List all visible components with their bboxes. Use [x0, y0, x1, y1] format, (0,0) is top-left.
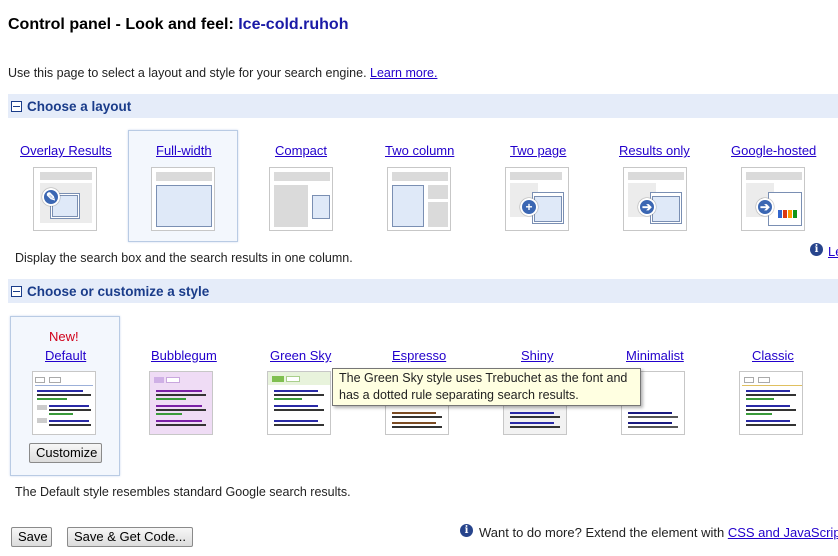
- style-section-title: Choose or customize a style: [27, 283, 210, 299]
- layout-thumb-two-page[interactable]: +: [505, 167, 569, 231]
- layout-section-title: Choose a layout: [27, 98, 132, 114]
- style-description: The Default style resembles standard Goo…: [15, 485, 351, 499]
- style-label[interactable]: Bubblegum: [151, 348, 217, 363]
- page-title-prefix: Control panel - Look and feel:: [8, 16, 239, 33]
- arrow-right-icon: ➔: [638, 198, 656, 216]
- css-js-link[interactable]: CSS and JavaScript: [728, 525, 838, 540]
- style-option-bubblegum[interactable]: Bubblegum: [151, 348, 217, 363]
- layout-option-results-only[interactable]: Results only: [619, 143, 690, 158]
- green-sky-tooltip: The Green Sky style uses Trebuchet as th…: [332, 368, 641, 406]
- style-thumb-default[interactable]: [32, 371, 96, 435]
- learn-more-link[interactable]: Learn more.: [370, 66, 437, 80]
- layout-thumb-two-column[interactable]: [387, 167, 451, 231]
- customize-button[interactable]: Customize: [29, 443, 102, 463]
- style-option-espresso[interactable]: Espresso: [392, 348, 446, 363]
- layout-thumb-google-hosted[interactable]: ➔: [741, 167, 805, 231]
- layout-thumb-overlay[interactable]: ✎: [33, 167, 97, 231]
- layout-learn-link[interactable]: Le: [828, 244, 838, 259]
- style-label[interactable]: Shiny: [521, 348, 554, 363]
- layout-option-full-width[interactable]: Full-width: [156, 143, 212, 158]
- style-thumb-classic[interactable]: [739, 371, 803, 435]
- style-label[interactable]: Classic: [752, 348, 794, 363]
- layout-description: Display the search box and the search re…: [15, 251, 353, 265]
- style-label[interactable]: Minimalist: [626, 348, 684, 363]
- layout-label[interactable]: Two page: [510, 143, 566, 158]
- style-thumb-green-sky[interactable]: [267, 371, 331, 435]
- info-icon: i: [810, 243, 823, 256]
- info-icon: i: [460, 524, 473, 537]
- layout-option-compact[interactable]: Compact: [275, 143, 327, 158]
- layout-option-overlay[interactable]: Overlay Results: [20, 143, 112, 158]
- style-section-header[interactable]: Choose or customize a style: [8, 279, 838, 303]
- style-thumb-bubblegum[interactable]: [149, 371, 213, 435]
- save-get-code-button[interactable]: Save & Get Code...: [67, 527, 193, 547]
- save-button[interactable]: Save: [11, 527, 52, 547]
- collapse-icon[interactable]: [11, 100, 22, 112]
- intro-body: Use this page to select a layout and sty…: [8, 66, 371, 80]
- style-label[interactable]: Green Sky: [270, 348, 331, 363]
- style-option-classic[interactable]: Classic: [752, 348, 794, 363]
- layout-label[interactable]: Overlay Results: [20, 143, 112, 158]
- layout-thumb-compact[interactable]: [269, 167, 333, 231]
- style-option-shiny[interactable]: Shiny: [521, 348, 554, 363]
- arrow-right-icon: ➔: [756, 198, 774, 216]
- layout-label[interactable]: Compact: [275, 143, 327, 158]
- layout-thumb-full-width[interactable]: [151, 167, 215, 231]
- layout-option-two-column[interactable]: Two column: [385, 143, 454, 158]
- style-option-minimalist[interactable]: Minimalist: [626, 348, 684, 363]
- layout-option-two-page[interactable]: Two page: [510, 143, 566, 158]
- layout-label[interactable]: Results only: [619, 143, 690, 158]
- layout-thumb-results-only[interactable]: ➔: [623, 167, 687, 231]
- page-title: Control panel - Look and feel: Ice-cold.…: [8, 16, 348, 34]
- layout-label[interactable]: Two column: [385, 143, 454, 158]
- style-option-green-sky[interactable]: Green Sky: [270, 348, 331, 363]
- style-option-default[interactable]: Default: [45, 348, 86, 363]
- layout-section-header[interactable]: Choose a layout: [8, 94, 838, 118]
- engine-name: Ice-cold.ruhoh: [238, 16, 349, 33]
- style-label[interactable]: Default: [45, 348, 86, 363]
- layout-label[interactable]: Full-width: [156, 143, 212, 158]
- edit-icon: ✎: [42, 188, 60, 206]
- extend-body: Want to do more? Extend the element with: [479, 525, 728, 540]
- plus-icon: +: [520, 198, 538, 216]
- style-label[interactable]: Espresso: [392, 348, 446, 363]
- layout-option-google-hosted[interactable]: Google-hosted: [731, 143, 816, 158]
- intro-text: Use this page to select a layout and sty…: [8, 66, 437, 80]
- layout-label[interactable]: Google-hosted: [731, 143, 816, 158]
- new-badge: New!: [49, 329, 79, 344]
- extend-text: Want to do more? Extend the element with…: [479, 525, 838, 540]
- collapse-icon[interactable]: [11, 285, 22, 297]
